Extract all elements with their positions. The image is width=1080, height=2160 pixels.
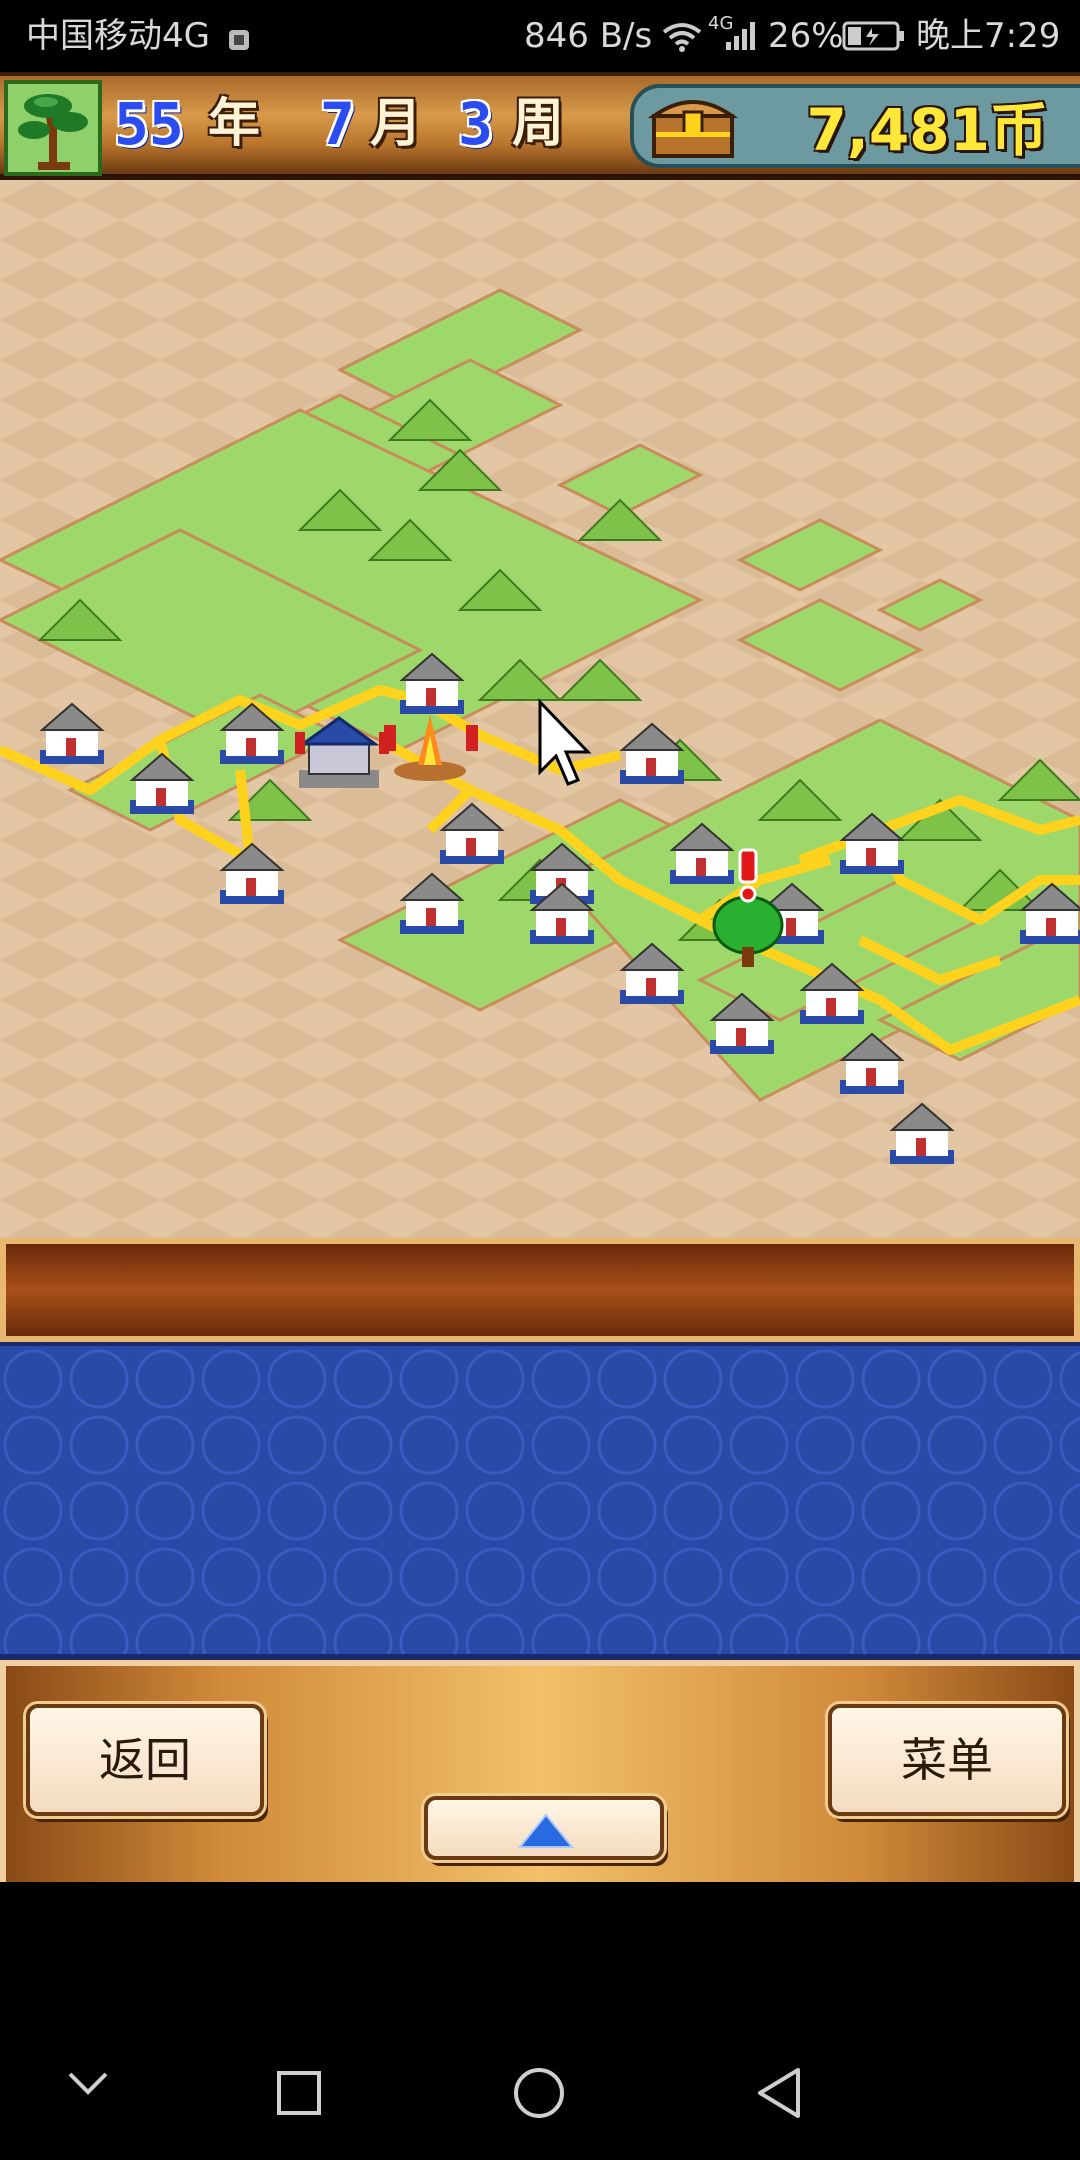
back-nav-icon[interactable] bbox=[754, 2066, 804, 2124]
control-bar: 返回 菜单 bbox=[0, 1660, 1080, 1882]
tree-icon[interactable] bbox=[4, 80, 102, 176]
clock: 晚上7:29 bbox=[916, 16, 1061, 56]
app-notification-icon bbox=[226, 22, 252, 62]
menu-button[interactable]: 菜单 bbox=[828, 1704, 1066, 1816]
battery-icon bbox=[842, 20, 906, 61]
year-unit: 年 bbox=[208, 94, 261, 154]
exclamation-icon bbox=[738, 848, 758, 903]
year-value: 55 bbox=[114, 90, 184, 158]
chevron-down-icon[interactable] bbox=[66, 2068, 110, 2102]
month-unit: 月 bbox=[370, 94, 423, 154]
game-map[interactable] bbox=[0, 180, 1080, 1238]
back-button[interactable]: 返回 bbox=[26, 1704, 264, 1816]
expand-button[interactable] bbox=[424, 1796, 664, 1860]
status-bar: 中国移动4G 846 B/s 4G 26% 晚上7:29 bbox=[0, 0, 1080, 72]
battery-percent: 26% bbox=[768, 16, 844, 56]
signal-icon bbox=[724, 20, 760, 61]
system-nav-bar bbox=[0, 1882, 1080, 2160]
coin-panel: 7,481币 bbox=[630, 84, 1080, 168]
triangle-up-icon bbox=[516, 1808, 576, 1862]
home-icon[interactable] bbox=[512, 2066, 566, 2124]
info-panel bbox=[0, 1342, 1080, 1660]
treasure-chest-icon bbox=[647, 94, 739, 164]
month-value: 7 bbox=[320, 90, 355, 158]
message-bar bbox=[0, 1238, 1080, 1342]
coin-balance: 7,481币 bbox=[806, 96, 1048, 164]
wifi-icon bbox=[660, 18, 704, 63]
recent-apps-icon[interactable] bbox=[276, 2070, 322, 2120]
carrier-label: 中国移动4G bbox=[26, 16, 210, 56]
week-unit: 周 bbox=[512, 94, 565, 154]
map-terrain bbox=[0, 180, 1080, 1238]
week-value: 3 bbox=[458, 90, 493, 158]
game-header: 55 年 7 月 3 周 7,481币 bbox=[0, 72, 1080, 180]
network-speed: 846 B/s bbox=[524, 16, 653, 56]
